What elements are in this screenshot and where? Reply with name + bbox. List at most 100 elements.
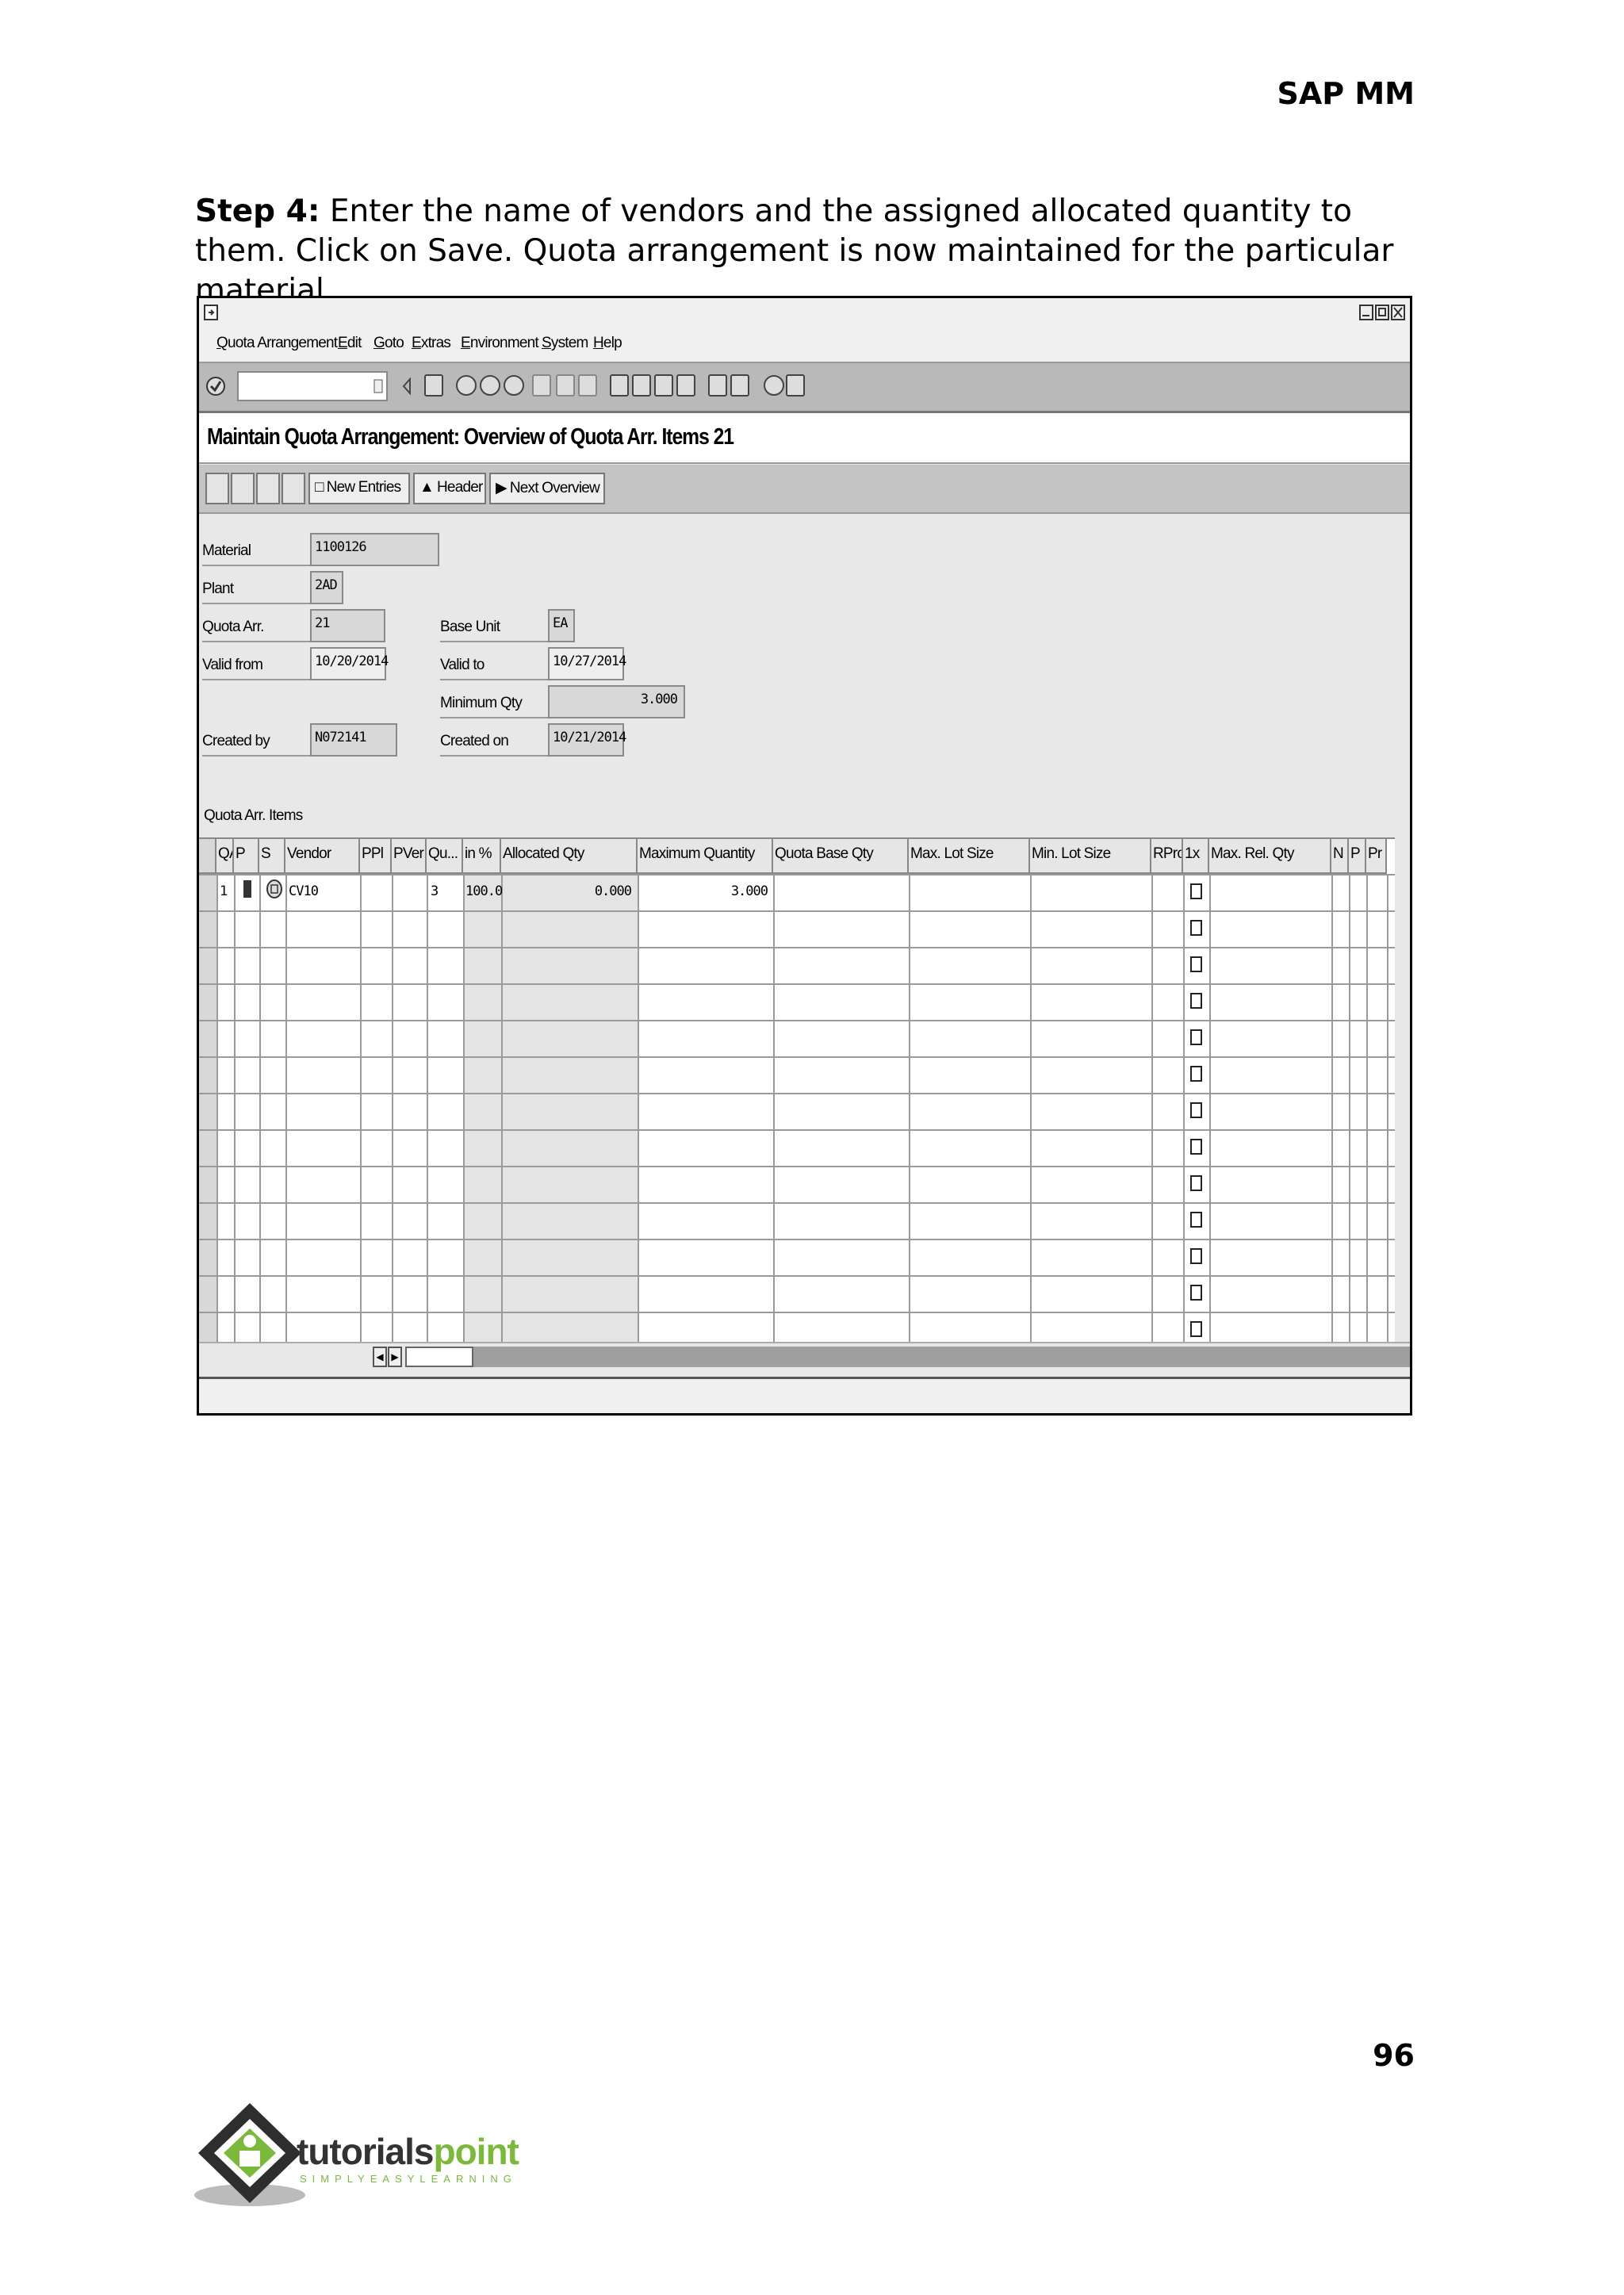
col-vendor[interactable]: Vendor: [285, 839, 360, 874]
row-checkbox[interactable]: [1190, 1212, 1202, 1228]
document-header: SAP MM: [1277, 76, 1415, 111]
col-rpro[interactable]: RPro: [1151, 839, 1183, 874]
created-on-label: Created on: [440, 726, 548, 757]
menu-environment[interactable]: Environment: [461, 335, 539, 352]
standard-toolbar: [199, 363, 1410, 413]
save-icon[interactable]: [424, 374, 443, 397]
table-column-line: [638, 874, 639, 1343]
quota-arr-field[interactable]: 21: [310, 609, 385, 642]
enter-check-icon[interactable]: [205, 374, 226, 398]
menu-goto[interactable]: Goto: [373, 335, 404, 352]
col-n[interactable]: N: [1331, 839, 1349, 874]
row-checkbox[interactable]: [1190, 1102, 1202, 1118]
find-icon[interactable]: [556, 374, 575, 397]
col-min-lot-size[interactable]: Min. Lot Size: [1030, 839, 1151, 874]
command-dropdown-icon[interactable]: [373, 379, 383, 393]
col-max-lot-size[interactable]: Max. Lot Size: [909, 839, 1030, 874]
col-qai[interactable]: QAI: [216, 839, 234, 874]
window-menu-icon[interactable]: [204, 305, 220, 322]
find-next-icon[interactable]: [578, 374, 597, 397]
base-unit-field[interactable]: EA: [548, 609, 575, 642]
table-column-line: [501, 874, 503, 1343]
table-column-line: [285, 874, 287, 1343]
scroll-left-icon[interactable]: ◀: [373, 1347, 387, 1367]
layout-menu-icon[interactable]: [786, 374, 805, 397]
col-maximum-quantity[interactable]: Maximum Quantity: [638, 839, 773, 874]
row-checkbox[interactable]: [1190, 993, 1202, 1009]
table-column-line: [234, 874, 236, 1343]
scroll-track[interactable]: [405, 1347, 1410, 1367]
command-field-input[interactable]: [237, 371, 388, 401]
shortcut-icon[interactable]: [730, 374, 749, 397]
help-icon[interactable]: [764, 375, 784, 396]
new-entries-button[interactable]: □ New Entries: [308, 473, 410, 504]
menu-system[interactable]: System: [542, 335, 588, 352]
col-p[interactable]: P: [234, 839, 259, 874]
back-arrow-icon[interactable]: [402, 377, 412, 395]
menu-help[interactable]: Help: [593, 335, 622, 352]
scroll-right-icon[interactable]: ▶: [388, 1347, 402, 1367]
col-pr[interactable]: Pr: [1366, 839, 1387, 874]
col-allocated-qty[interactable]: Allocated Qty: [501, 839, 638, 874]
col-max-rel-qty[interactable]: Max. Rel. Qty: [1209, 839, 1331, 874]
last-page-icon[interactable]: [676, 374, 695, 397]
menu-extras[interactable]: Extras: [412, 335, 451, 352]
menu-edit[interactable]: Edit: [338, 335, 362, 352]
window-titlebar: [199, 298, 1410, 328]
header-button[interactable]: ▲ Header: [413, 473, 486, 504]
row-checkbox[interactable]: [1190, 956, 1202, 972]
base-unit-label: Base Unit: [440, 612, 548, 642]
row-checkbox[interactable]: [1190, 1285, 1202, 1301]
row1-quota[interactable]: 3: [431, 883, 439, 899]
cancel-icon[interactable]: [504, 375, 524, 396]
col-pver[interactable]: PVer: [392, 839, 427, 874]
row-checkbox[interactable]: [1190, 1139, 1202, 1155]
valid-to-field[interactable]: 10/27/2014: [548, 647, 626, 680]
table-row-line: [199, 1202, 1395, 1204]
display-change-icon[interactable]: [205, 473, 229, 504]
row-checkbox[interactable]: [1190, 1321, 1202, 1337]
row1-qai[interactable]: 1: [220, 883, 228, 899]
col-quota-base-qty[interactable]: Quota Base Qty: [773, 839, 909, 874]
row1-vendor[interactable]: CV10: [289, 883, 319, 899]
row-checkbox[interactable]: [1190, 1248, 1202, 1264]
scroll-thumb[interactable]: [405, 1347, 473, 1367]
status-icon[interactable]: [266, 879, 283, 899]
col-p2[interactable]: P: [1349, 839, 1366, 874]
next-overview-button[interactable]: ▶ Next Overview: [489, 473, 605, 504]
material-field[interactable]: 1100126: [310, 533, 439, 566]
plant-field[interactable]: 2AD: [310, 571, 343, 604]
row-selector-column[interactable]: [199, 874, 216, 1343]
row-checkbox[interactable]: [1190, 1175, 1202, 1191]
row1-maximum-quantity[interactable]: 3.000: [638, 883, 768, 899]
print-icon[interactable]: [532, 374, 551, 397]
back-icon[interactable]: [456, 375, 477, 396]
col-percent[interactable]: in %: [463, 839, 501, 874]
delete-trash-icon[interactable]: [282, 473, 305, 504]
previous-page-icon[interactable]: [632, 374, 651, 397]
col-quota[interactable]: Qu...: [427, 839, 463, 874]
col-ppl[interactable]: PPl: [360, 839, 392, 874]
row-checkbox[interactable]: [1190, 1029, 1202, 1045]
table-column-line: [392, 874, 393, 1343]
row-checkbox[interactable]: [1190, 920, 1202, 936]
next-page-icon[interactable]: [654, 374, 673, 397]
exit-icon[interactable]: [480, 375, 500, 396]
create-session-icon[interactable]: [708, 374, 727, 397]
allocated-column-shade: [501, 874, 638, 1343]
table-row-line: [199, 1056, 1395, 1058]
row-checkbox[interactable]: [1190, 1066, 1202, 1082]
select-all-header[interactable]: [199, 839, 216, 874]
col-s[interactable]: S: [259, 839, 285, 874]
valid-from-field[interactable]: 10/20/2014: [310, 647, 389, 680]
table-row-line: [199, 1239, 1395, 1240]
window-controls-icon[interactable]: [1359, 305, 1408, 322]
horizontal-scrollbar[interactable]: ◀ ▶: [199, 1342, 1410, 1370]
first-page-icon[interactable]: [610, 374, 629, 397]
minimum-qty-field[interactable]: 3.000: [548, 685, 685, 718]
row-checkbox[interactable]: [1190, 883, 1202, 899]
col-1x[interactable]: 1x: [1183, 839, 1209, 874]
menu-quota-arrangement[interactable]: Quota Arrangement: [216, 335, 338, 352]
copy-entry-icon[interactable]: [231, 473, 255, 504]
details-icon[interactable]: [256, 473, 280, 504]
